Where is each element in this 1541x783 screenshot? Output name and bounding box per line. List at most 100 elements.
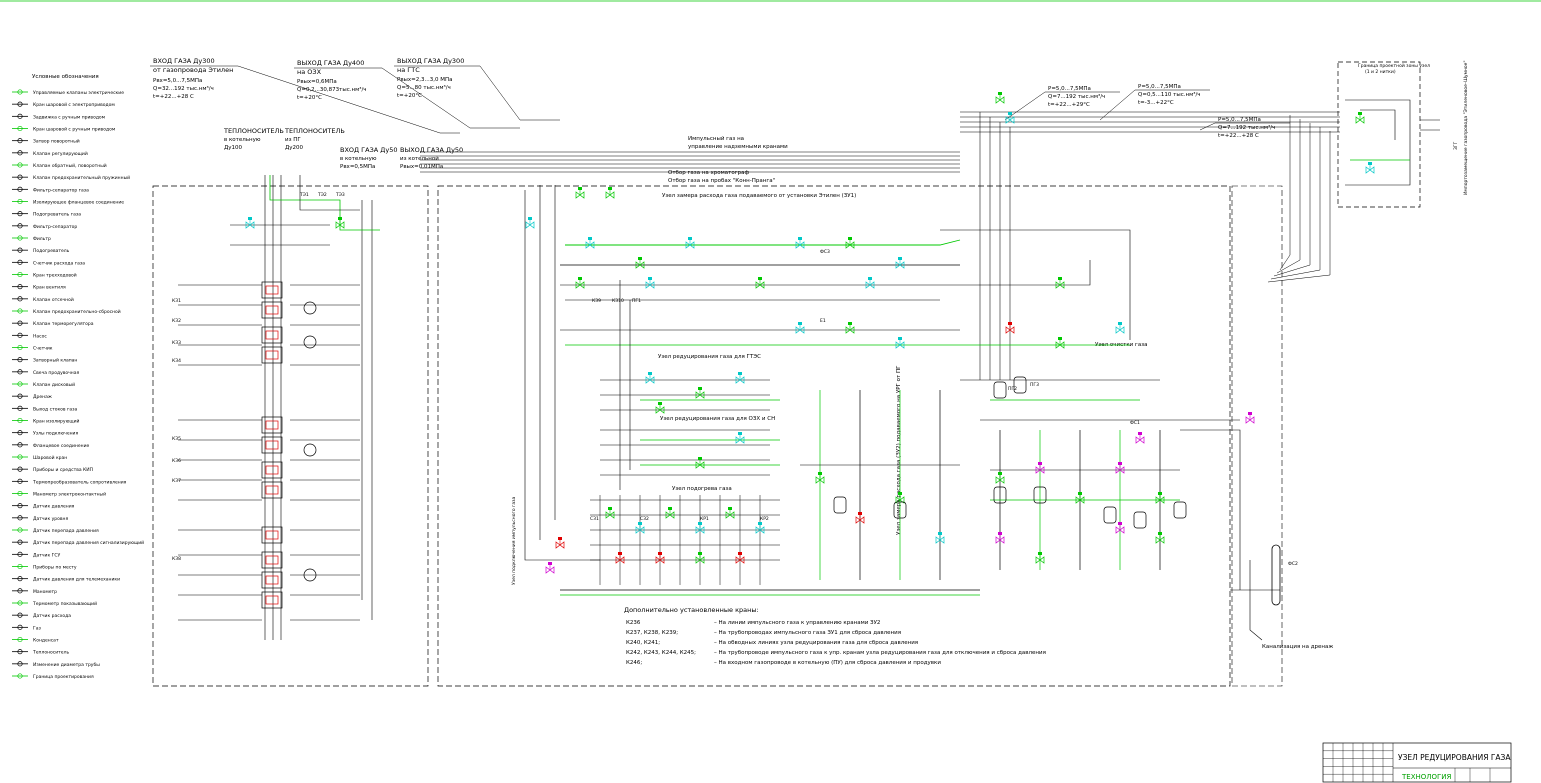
legend-item: Шаровой кран bbox=[12, 454, 67, 461]
legend-item: Граница проектирования bbox=[12, 673, 94, 680]
svg-text:Узел замера расхода газа (ЗУ2): Узел замера расхода газа (ЗУ2) подаваемо… bbox=[896, 365, 902, 535]
additional-valve-tag: К240, К241; bbox=[626, 640, 660, 646]
legend-item: Приборы и средства КИП bbox=[12, 466, 93, 473]
equipment-label: КЗ8 bbox=[172, 556, 181, 562]
svg-text:в котельную: в котельную bbox=[224, 137, 261, 143]
main-section-frame bbox=[437, 185, 1231, 687]
legend-item: Счетчик расхода газа bbox=[12, 259, 85, 266]
svg-text:ТЕПЛОНОСИТЕЛЬ: ТЕПЛОНОСИТЕЛЬ bbox=[223, 127, 284, 135]
legend-label: Фильтр-сепаратор газа bbox=[33, 187, 89, 193]
valve-icon bbox=[635, 257, 645, 269]
legend-item: Газ bbox=[12, 624, 42, 631]
svg-text:из ПГ: из ПГ bbox=[285, 137, 301, 143]
valve-icon bbox=[545, 562, 555, 574]
valve-icon bbox=[1055, 277, 1065, 289]
filter-separator-icon bbox=[833, 496, 847, 514]
legend-item: Клапан регулирующий bbox=[12, 150, 88, 157]
additional-valve-desc: – На трубопроводах импульсного газа ЗУ1 … bbox=[714, 630, 901, 636]
legend-item: Фильтр-сепаратор газа bbox=[12, 186, 89, 193]
legend-label: Датчик перепада давления bbox=[33, 528, 99, 534]
additional-valve-desc: – На трубопроводе импульсного газа к упр… bbox=[714, 650, 1046, 656]
boiler-section-frame bbox=[152, 185, 429, 687]
equipment-label: КЗ9 bbox=[592, 298, 601, 304]
svg-text:Канализация на дренаж: Канализация на дренаж bbox=[1262, 644, 1333, 650]
svg-text:Узел замера расхода газа подав: Узел замера расхода газа подаваемого от … bbox=[662, 193, 856, 199]
svg-text:Дополнительно установленные кр: Дополнительно установленные краны: bbox=[624, 606, 759, 614]
equipment-label: КЗ10 bbox=[612, 298, 624, 304]
legend-item: Клапан терморегулятора bbox=[12, 320, 94, 327]
svg-text:Узел редуцирования газа для ОЗ: Узел редуцирования газа для ОЗХ и СН bbox=[660, 416, 775, 422]
valve-icon bbox=[865, 277, 875, 289]
equipment-labels: ТЭ1 ТЭ2 ТЭ3 КЗ1 КЗ2 КЗ3 КЗ4 КЗ5 КЗ6 КЗ7 КЗ8 КЗ9 КЗ10… bbox=[172, 192, 1298, 567]
legend-item: Клапан обратный, поворотный bbox=[12, 162, 107, 169]
legend-label: Счетчик расхода газа bbox=[33, 260, 85, 266]
additional-valve-desc: – На линии импульсного газа к управлению… bbox=[714, 620, 880, 626]
equipment-label: ФС1 bbox=[1130, 420, 1140, 426]
svg-text:t=-3...+22°С: t=-3...+22°С bbox=[1138, 100, 1174, 106]
legend-label: Изолирующее фланцевое соединение bbox=[33, 200, 124, 206]
legend-item: Клапан отсечной bbox=[12, 296, 74, 303]
equipment-label: КЗ5 bbox=[172, 436, 181, 442]
legend-item: Манометр электроконтактный bbox=[12, 491, 106, 498]
svg-text:Узел подогрева газа: Узел подогрева газа bbox=[672, 486, 732, 492]
legend-item: Теплоноситель bbox=[12, 649, 69, 656]
legend-label: Кран шаровой с ручным приводом bbox=[33, 126, 115, 133]
filter-separator-icon bbox=[1103, 506, 1117, 524]
valve-icon bbox=[655, 402, 665, 414]
gas-out-gsx-note: ВЫХОД ГАЗА Ду400 на ОЗХ Pвых=0,6МПа Q=0,… bbox=[294, 59, 382, 101]
legend-item: Кран вентиля bbox=[12, 284, 66, 291]
legend-item: Датчик давления bbox=[12, 503, 75, 510]
valve-icon bbox=[525, 217, 535, 229]
legend-item: Конденсат bbox=[12, 636, 59, 644]
equipment-label: КЗ2 bbox=[172, 318, 181, 324]
legend-label: Выход стоков газа bbox=[33, 406, 78, 412]
legend-label: Клапан предохранительно-сбросной bbox=[33, 308, 121, 315]
pump-icon bbox=[303, 443, 317, 457]
svg-text:Граница проектной зоны узел: Граница проектной зоны узел bbox=[1358, 62, 1430, 69]
svg-text:ЗГГ: ЗГГ bbox=[1453, 141, 1459, 150]
legend-item: Выход стоков газа bbox=[12, 405, 78, 412]
svg-text:Q=7...192 тыс.нм³/ч: Q=7...192 тыс.нм³/ч bbox=[1048, 93, 1105, 100]
legend-label: Манометр электроконтактный bbox=[33, 491, 106, 498]
valve-icon bbox=[645, 372, 655, 384]
svg-text:ВХОД ГАЗА Ду300: ВХОД ГАЗА Ду300 bbox=[153, 57, 215, 65]
svg-text:на ОЗХ: на ОЗХ bbox=[297, 68, 322, 76]
pipe-run bbox=[1004, 91, 1046, 121]
equipment-label: ФС3 bbox=[820, 249, 830, 255]
svg-text:Импортозамещение газопровода ": Импортозамещение газопровода "Этиленовое… bbox=[1463, 60, 1469, 195]
pipe-run bbox=[1267, 131, 1331, 283]
svg-text:управление надземными кранами: управление надземными кранами bbox=[688, 144, 788, 150]
legend-item: Изолирующее фланцевое соединение bbox=[12, 198, 124, 206]
equipment-label: Е1 bbox=[820, 318, 826, 324]
valve-icon bbox=[1055, 337, 1065, 349]
filter-separator-icon bbox=[993, 381, 1007, 399]
legend-item: Насос bbox=[12, 332, 47, 339]
legend-item: Затворный клапан bbox=[12, 357, 77, 364]
legend-item: Манометр bbox=[12, 588, 57, 595]
valve-icon bbox=[845, 237, 855, 249]
legend-item: Приборы по месту bbox=[12, 563, 77, 571]
svg-text:Pвых=0,01МПа: Pвых=0,01МПа bbox=[400, 164, 443, 170]
legend-items: Управляемые клапаны электрические Кран ша… bbox=[12, 89, 144, 680]
additional-valves-block: Дополнительно установленные краны: К236 –… bbox=[624, 606, 1046, 666]
svg-text:от газопровода Этилен: от газопровода Этилен bbox=[153, 66, 233, 74]
legend-label: Приборы по месту bbox=[33, 565, 77, 571]
svg-text:Ду100: Ду100 bbox=[224, 145, 243, 151]
valve-icon bbox=[995, 92, 1005, 104]
legend-label: Термометр показывающий bbox=[32, 600, 97, 607]
legend-label: Фланцевое соединение bbox=[33, 443, 89, 449]
legend-item: Датчик уровня bbox=[12, 515, 68, 522]
legend-label: Затворный клапан bbox=[33, 357, 77, 364]
svg-text:t=+20°С: t=+20°С bbox=[297, 95, 322, 101]
valve-icon bbox=[1365, 162, 1375, 174]
valve-icon bbox=[725, 507, 735, 519]
svg-text:Q=7...192 тыс.нм³/ч: Q=7...192 тыс.нм³/ч bbox=[1218, 124, 1275, 131]
svg-text:ВЫХОД ГАЗА Ду50: ВЫХОД ГАЗА Ду50 bbox=[400, 146, 463, 154]
svg-text:t=+22...+29°С: t=+22...+29°С bbox=[1048, 102, 1090, 108]
legend-label: Датчик ГСУ bbox=[33, 552, 61, 558]
legend-item: Датчик расхода bbox=[12, 612, 71, 619]
drain-vessel bbox=[1271, 544, 1281, 606]
legend-label: Кран изолирующий bbox=[33, 418, 80, 425]
pipe-run bbox=[1360, 109, 1396, 140]
equipment-label: ТЭ2 bbox=[317, 192, 327, 198]
